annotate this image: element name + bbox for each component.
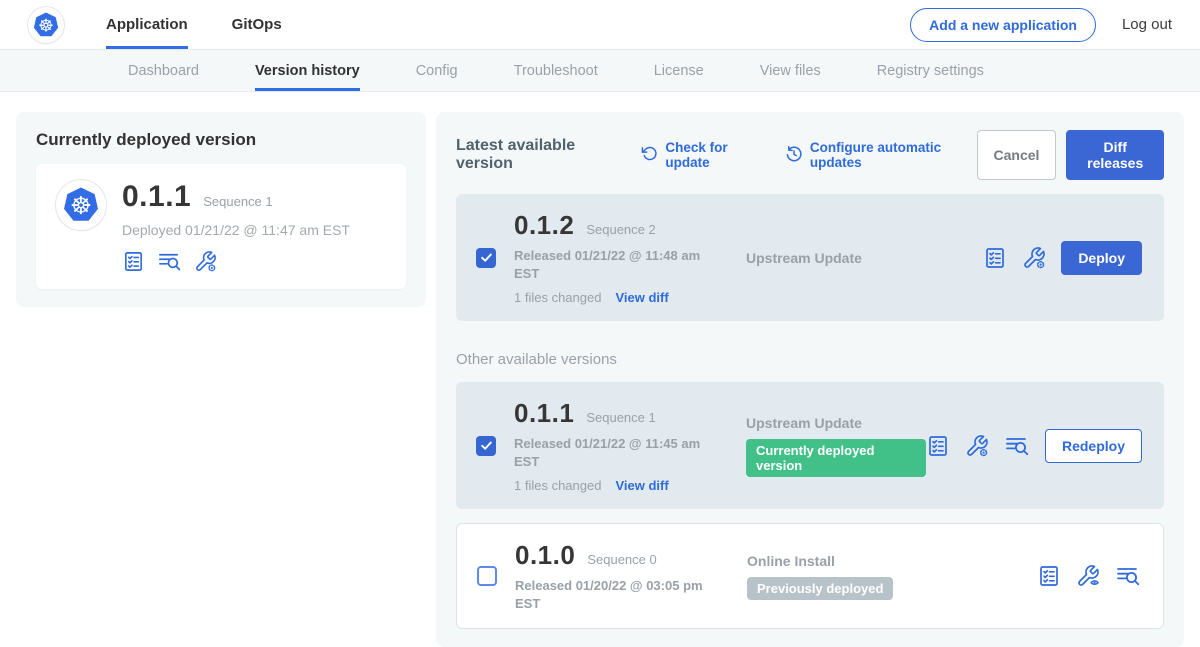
tab-dashboard[interactable]: Dashboard [128, 50, 199, 91]
version-checkbox[interactable] [476, 248, 496, 268]
available-versions-panel: Latest available version Check for updat… [436, 112, 1184, 647]
tab-registry-settings[interactable]: Registry settings [877, 50, 984, 91]
refresh-icon [641, 145, 658, 165]
version-number: 0.1.0 [515, 540, 575, 571]
config-wrench-gear-icon[interactable] [1022, 246, 1046, 270]
latest-available-title: Latest available version [456, 137, 619, 173]
files-changed: 1 files changed [514, 290, 601, 305]
released-timestamp: Released 01/21/22 @ 11:48 am EST [514, 247, 729, 282]
version-sequence: Sequence 2 [586, 222, 655, 237]
deployed-version-number: 0.1.1 [122, 180, 191, 214]
previously-deployed-badge: Previously deployed [747, 577, 893, 600]
config-wrench-gear-icon[interactable] [194, 250, 217, 273]
deployed-version-card: ☸ 0.1.1 Sequence 1 Deployed 01/21/22 @ 1… [36, 164, 406, 289]
logout-button[interactable]: Log out [1122, 16, 1172, 33]
app-logo: ☸ [56, 180, 106, 230]
currently-deployed-badge: Currently deployed version [746, 439, 926, 477]
files-changed: 1 files changed [514, 478, 601, 493]
view-files-search-icon[interactable] [157, 250, 182, 273]
version-source: Online Install [747, 553, 1037, 569]
clock-refresh-icon [785, 145, 803, 166]
view-files-search-icon[interactable] [1004, 434, 1030, 458]
add-new-application-button[interactable]: Add a new application [910, 8, 1096, 42]
tab-application[interactable]: Application [106, 0, 188, 49]
svg-text:☸: ☸ [38, 16, 54, 36]
tab-troubleshoot[interactable]: Troubleshoot [514, 50, 598, 91]
preflight-checklist-icon[interactable] [1037, 564, 1061, 588]
version-number: 0.1.1 [514, 398, 574, 429]
tab-version-history[interactable]: Version history [255, 50, 360, 91]
tab-license[interactable]: License [654, 50, 704, 91]
preflight-checklist-icon[interactable] [122, 250, 145, 273]
version-checkbox[interactable] [476, 436, 496, 456]
redeploy-button[interactable]: Redeploy [1045, 429, 1142, 463]
config-wrench-eye-icon[interactable] [1076, 564, 1100, 588]
version-checkbox[interactable] [477, 566, 497, 586]
app-tabs: Application GitOps [106, 0, 282, 49]
version-row-0-1-2: 0.1.2 Sequence 2 Released 01/21/22 @ 11:… [456, 194, 1164, 321]
deployed-timestamp: Deployed 01/21/22 @ 11:47 am EST [122, 222, 350, 238]
check-for-update-link[interactable]: Check for update [641, 140, 763, 170]
released-timestamp: Released 01/20/22 @ 03:05 pm EST [515, 577, 730, 612]
other-versions-title: Other available versions [456, 351, 1164, 368]
version-source: Upstream Update [746, 250, 983, 266]
version-sequence: Sequence 1 [586, 410, 655, 425]
version-row-0-1-0: 0.1.0 Sequence 0 Released 01/20/22 @ 03:… [456, 523, 1164, 629]
version-number: 0.1.2 [514, 210, 574, 241]
preflight-checklist-icon[interactable] [926, 434, 950, 458]
version-row-0-1-1: 0.1.1 Sequence 1 Released 01/21/22 @ 11:… [456, 382, 1164, 509]
view-diff-link[interactable]: View diff [615, 290, 668, 305]
cancel-button[interactable]: Cancel [977, 130, 1057, 180]
deployed-sequence: Sequence 1 [203, 194, 272, 209]
version-sequence: Sequence 0 [587, 552, 656, 567]
currently-deployed-title: Currently deployed version [36, 130, 406, 150]
tab-gitops[interactable]: GitOps [232, 0, 282, 49]
released-timestamp: Released 01/21/22 @ 11:45 am EST [514, 435, 729, 470]
svg-text:☸: ☸ [70, 191, 92, 220]
top-navigation: ☸ Application GitOps Add a new applicati… [0, 0, 1200, 50]
currently-deployed-panel: Currently deployed version ☸ 0.1.1 Seque… [16, 112, 426, 307]
preflight-checklist-icon[interactable] [983, 246, 1007, 270]
configure-automatic-updates-link[interactable]: Configure automatic updates [785, 140, 977, 170]
tab-view-files[interactable]: View files [760, 50, 821, 91]
version-source: Upstream Update [746, 415, 926, 431]
diff-releases-button[interactable]: Diff releases [1066, 130, 1164, 180]
view-files-search-icon[interactable] [1115, 564, 1141, 588]
tab-config[interactable]: Config [416, 50, 458, 91]
view-diff-link[interactable]: View diff [615, 478, 668, 493]
kubernetes-logo: ☸ [28, 7, 64, 43]
section-navigation: Dashboard Version history Config Trouble… [0, 50, 1200, 92]
deploy-button[interactable]: Deploy [1061, 241, 1142, 275]
config-wrench-gear-icon[interactable] [965, 434, 989, 458]
